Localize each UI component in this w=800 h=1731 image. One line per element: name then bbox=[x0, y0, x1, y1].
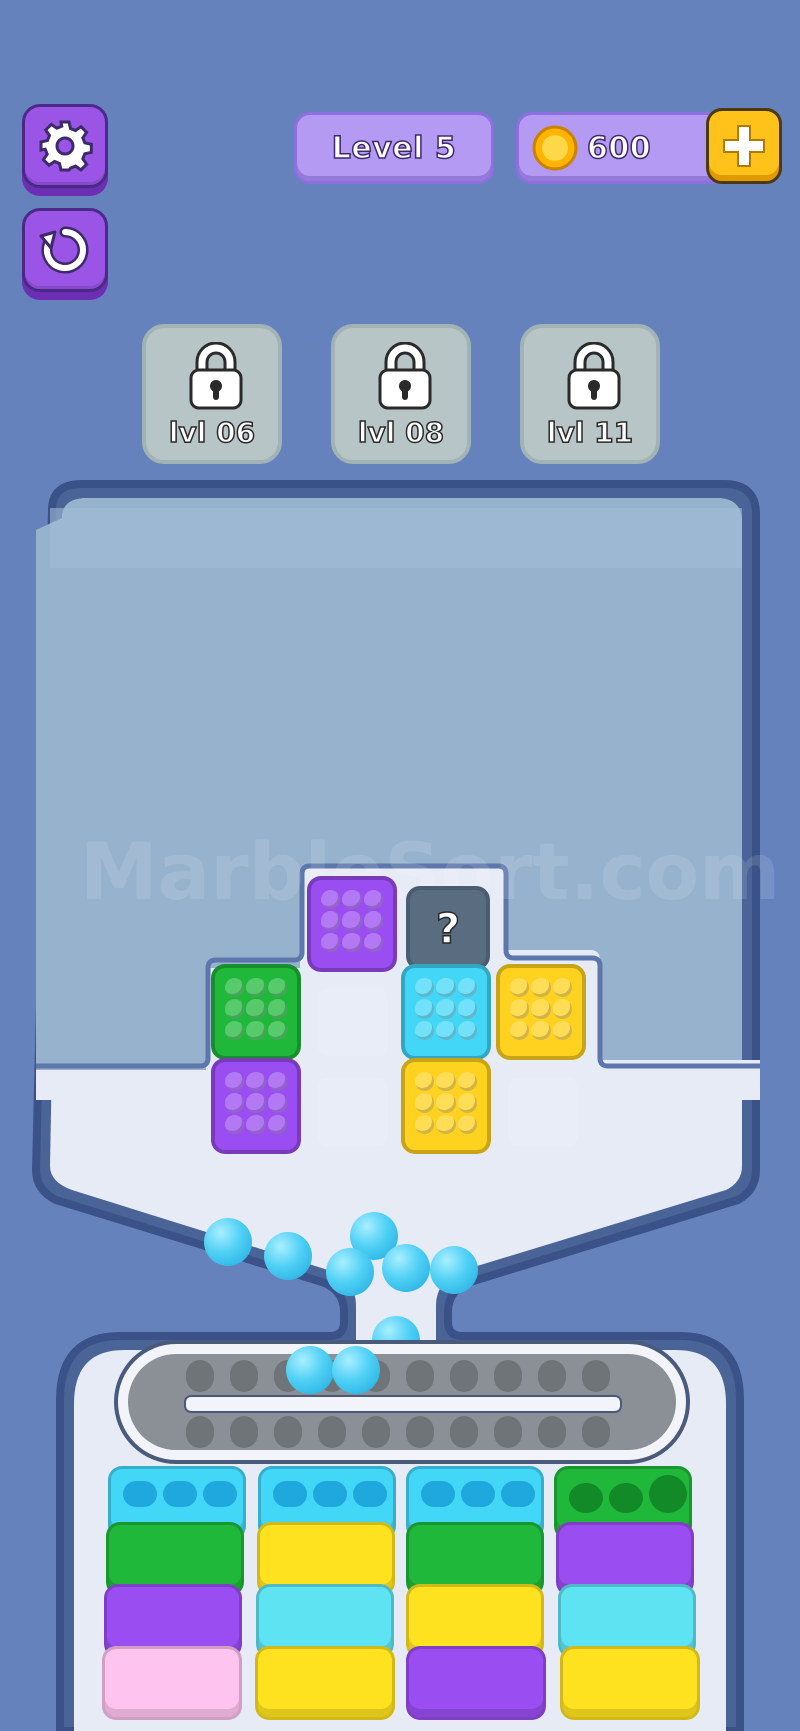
column-layer-pink bbox=[102, 1646, 242, 1720]
coin-amount: 600 bbox=[586, 130, 652, 167]
locked-slot[interactable]: lvl 11 bbox=[520, 324, 660, 464]
marble-block-purple[interactable] bbox=[307, 876, 397, 972]
question-mark: ? bbox=[435, 903, 461, 954]
lock-icon bbox=[378, 342, 432, 410]
marble-block-yellow[interactable] bbox=[401, 1058, 491, 1154]
locked-slot-label: lvl 06 bbox=[168, 415, 256, 450]
locked-slot-label: lvl 08 bbox=[357, 415, 445, 450]
locked-slot[interactable]: lvl 08 bbox=[331, 324, 471, 464]
restart-button[interactable] bbox=[22, 208, 108, 292]
marble-block-cyan[interactable] bbox=[401, 964, 491, 1060]
marble bbox=[382, 1244, 430, 1292]
marble bbox=[430, 1246, 478, 1294]
level-indicator: Level 5 bbox=[294, 112, 494, 184]
column-layer-yellow bbox=[560, 1646, 700, 1720]
column-layer-purple bbox=[406, 1646, 546, 1720]
marble bbox=[332, 1346, 380, 1394]
marble bbox=[286, 1346, 334, 1394]
gear-icon bbox=[39, 120, 93, 172]
marble bbox=[326, 1248, 374, 1296]
locked-slot-label: lvl 11 bbox=[546, 415, 634, 450]
empty-slot bbox=[508, 1078, 578, 1146]
plus-icon bbox=[723, 125, 765, 167]
marble bbox=[204, 1218, 252, 1266]
empty-slot bbox=[318, 988, 388, 1056]
settings-button[interactable] bbox=[22, 104, 108, 188]
add-coins-button[interactable] bbox=[706, 108, 782, 184]
marble bbox=[264, 1232, 312, 1280]
marble-block-yellow[interactable] bbox=[496, 964, 586, 1060]
coin-icon bbox=[532, 125, 578, 171]
conveyor-track bbox=[114, 1340, 690, 1464]
marble-block-green[interactable] bbox=[211, 964, 301, 1060]
level-label: Level 5 bbox=[331, 130, 457, 167]
restart-icon bbox=[39, 226, 89, 274]
lock-icon bbox=[189, 342, 243, 410]
mystery-block[interactable]: ? bbox=[406, 886, 490, 970]
locked-slot[interactable]: lvl 06 bbox=[142, 324, 282, 464]
coin-counter: 600 bbox=[516, 112, 730, 184]
empty-slot bbox=[318, 1078, 388, 1146]
column-layer-yellow bbox=[255, 1646, 395, 1720]
marble-block-purple[interactable] bbox=[211, 1058, 301, 1154]
lock-icon bbox=[567, 342, 621, 410]
